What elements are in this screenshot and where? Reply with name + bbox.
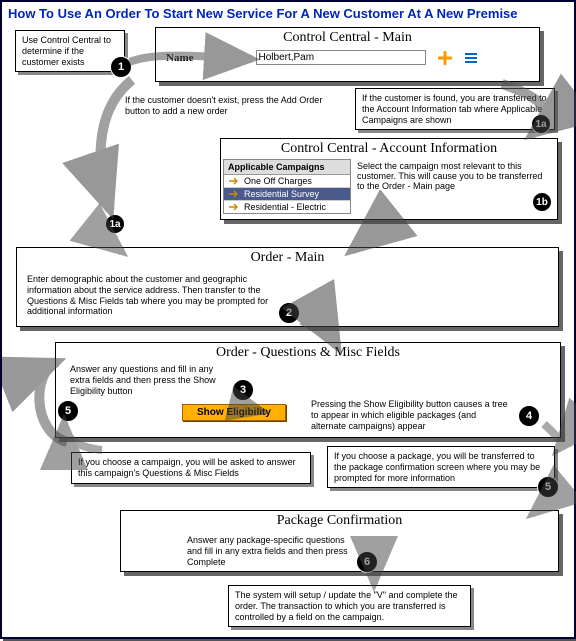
callout-system-setup: The system will setup / update the "V" a… [228, 585, 471, 627]
panel-header: Package Confirmation [121, 511, 558, 531]
step-badge-1a-left: 1a [105, 214, 125, 234]
campaign-label: One Off Charges [244, 176, 312, 186]
panel-cc-account: Control Central - Account Information Ap… [220, 138, 558, 220]
plus-icon[interactable] [438, 51, 452, 65]
callout-answer-pkg: Answer any package-specific questions an… [181, 531, 356, 571]
callout-select-campaign: Select the campaign most relevant to thi… [355, 159, 553, 214]
panel-header: Order - Main [17, 248, 558, 268]
campaign-label: Residential Survey [244, 189, 319, 199]
step-badge-5-left: 5 [57, 400, 79, 422]
name-input[interactable] [256, 50, 426, 65]
callout-answer-q: Answer any questions and fill in any ext… [64, 360, 234, 400]
step-badge-6: 6 [356, 551, 378, 573]
campaign-label: Residential - Electric [244, 202, 326, 212]
page-title: How To Use An Order To Start New Service… [8, 6, 568, 21]
campaign-row[interactable]: Residential - Electric [224, 201, 350, 213]
callout-use-cc: Use Control Central to determine if the … [15, 30, 125, 72]
step-badge-1b: 1b [532, 192, 552, 212]
campaign-row[interactable]: One Off Charges [224, 175, 350, 188]
step-badge-1: 1 [110, 56, 132, 78]
callout-choose-campaign: If you choose a campaign, you will be as… [71, 452, 311, 484]
panel-header: Control Central - Main [156, 28, 539, 48]
step-badge-5-right: 5 [537, 476, 559, 498]
campaign-row[interactable]: Residential Survey [224, 188, 350, 201]
panel-pkg-conf: Package Confirmation Answer any package-… [120, 510, 559, 572]
panel-cc-main: Control Central - Main Name [155, 27, 540, 82]
callout-if-found: If the customer is found, you are transf… [355, 88, 555, 130]
step-badge-2: 2 [278, 302, 300, 324]
step-badge-3: 3 [232, 379, 254, 401]
name-label: Name [166, 52, 194, 64]
goto-icon [228, 176, 240, 186]
menu-icon[interactable] [464, 52, 478, 64]
callout-if-not-exist: If the customer doesn't exist, press the… [119, 91, 329, 121]
campaigns-header: Applicable Campaigns [224, 160, 350, 175]
callout-choose-package: If you choose a package, you will be tra… [327, 446, 555, 488]
panel-header: Control Central - Account Information [221, 139, 557, 159]
step-badge-4: 4 [518, 405, 540, 427]
diagram-canvas: How To Use An Order To Start New Service… [0, 0, 576, 639]
goto-icon [228, 189, 240, 199]
callout-enter-demo: Enter demographic about the customer and… [21, 270, 281, 321]
show-eligibility-button[interactable]: Show Eligibility [182, 404, 286, 421]
callout-press-show-elig: Pressing the Show Eligibility button cau… [305, 395, 515, 435]
step-badge-1a-right: 1a [531, 114, 551, 134]
goto-icon [228, 202, 240, 212]
